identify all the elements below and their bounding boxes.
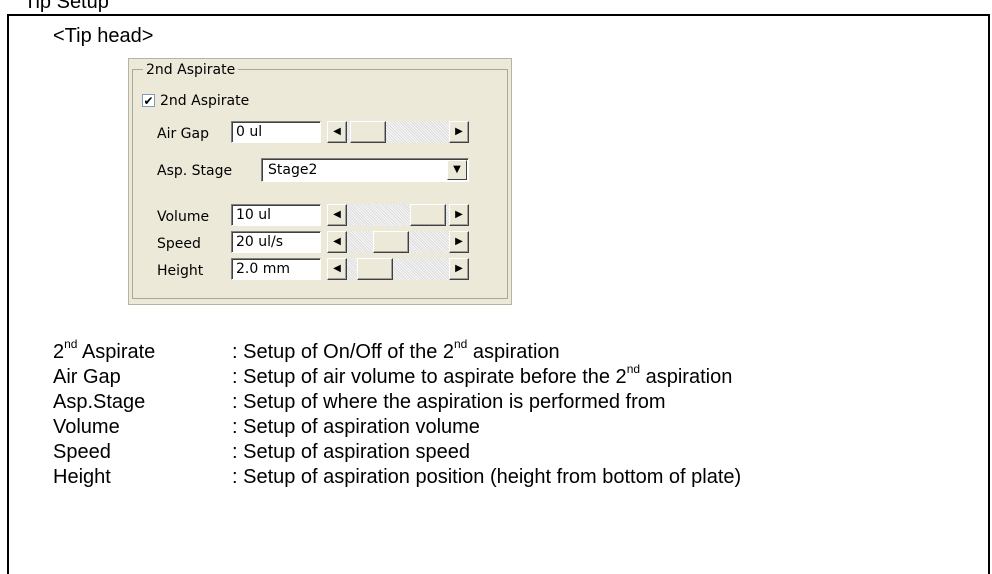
air-gap-slider-thumb[interactable] [350, 121, 386, 143]
description-definition: : Setup of air volume to aspirate before… [232, 362, 733, 389]
cropped-top-text: Tip Setup [24, 0, 109, 13]
speed-field[interactable]: 20 ul/s [231, 231, 321, 253]
arrow-right-icon: ▶ [455, 209, 463, 220]
volume-slider[interactable]: ◀ ▶ [327, 204, 469, 226]
arrow-right-icon: ▶ [455, 126, 463, 137]
arrow-left-icon: ◀ [333, 236, 341, 247]
description-term: Speed [53, 441, 111, 463]
description-term: Asp.Stage [53, 391, 146, 413]
description-definition: : Setup of aspiration volume [232, 416, 480, 438]
speed-scroll-left-button[interactable]: ◀ [327, 231, 347, 253]
asp-stage-dropdown-button[interactable]: ▼ [447, 160, 467, 180]
speed-scroll-right-button[interactable]: ▶ [449, 231, 469, 253]
speed-slider-thumb[interactable] [373, 231, 409, 253]
asp-stage-label: Asp. Stage [157, 163, 233, 179]
height-slider-thumb[interactable] [357, 258, 393, 280]
second-aspirate-panel: 2nd Aspirate ✔ 2nd Aspirate Air Gap 0 ul… [128, 58, 512, 305]
chevron-down-icon: ▼ [453, 164, 461, 175]
description-definition: : Setup of where the aspiration is perfo… [232, 391, 666, 413]
air-gap-scroll-left-button[interactable]: ◀ [327, 121, 347, 143]
air-gap-scroll-right-button[interactable]: ▶ [449, 121, 469, 143]
height-label: Height [157, 263, 204, 279]
volume-field[interactable]: 10 ul [231, 204, 321, 226]
description-definition: : Setup of aspiration position (height f… [232, 466, 742, 488]
check-icon: ✔ [143, 94, 154, 108]
term-text: 2 [53, 341, 65, 363]
arrow-right-icon: ▶ [455, 236, 463, 247]
description-term: Height [53, 466, 111, 488]
height-field[interactable]: 2.0 mm [231, 258, 321, 280]
volume-label: Volume [157, 209, 210, 225]
section-heading: <Tip head> [53, 25, 154, 47]
term-text-suffix: Aspirate [77, 341, 156, 363]
description-term: Volume [53, 416, 120, 438]
description-definition: : Setup of On/Off of the 2nd aspiration [232, 337, 560, 364]
asp-stage-dropdown[interactable]: Stage2 ▼ [261, 158, 469, 182]
second-aspirate-checkbox[interactable]: ✔ [142, 94, 155, 107]
height-slider[interactable]: ◀ ▶ [327, 258, 469, 280]
term-superscript: nd [64, 337, 78, 352]
arrow-left-icon: ◀ [333, 209, 341, 220]
definition-text-suffix: aspiration [640, 366, 733, 388]
volume-scroll-right-button[interactable]: ▶ [449, 204, 469, 226]
air-gap-label: Air Gap [157, 126, 209, 142]
definition-text: : Setup of On/Off of the 2 [232, 341, 454, 363]
description-definition: : Setup of aspiration speed [232, 441, 470, 463]
description-term: Air Gap [53, 365, 121, 389]
air-gap-slider[interactable]: ◀ ▶ [327, 121, 469, 143]
height-scroll-right-button[interactable]: ▶ [449, 258, 469, 280]
second-aspirate-checkbox-label: 2nd Aspirate [160, 93, 250, 109]
height-scroll-left-button[interactable]: ◀ [327, 258, 347, 280]
description-term: 2nd Aspirate [53, 337, 156, 364]
arrow-left-icon: ◀ [333, 126, 341, 137]
volume-scroll-left-button[interactable]: ◀ [327, 204, 347, 226]
groupbox-title: 2nd Aspirate [143, 62, 239, 78]
volume-slider-thumb[interactable] [410, 204, 446, 226]
term-text: Air Gap [53, 366, 121, 388]
definition-text: : Setup of air volume to aspirate before… [232, 366, 627, 388]
definition-text-suffix: aspiration [467, 341, 560, 363]
definition-superscript: nd [626, 362, 641, 377]
arrow-right-icon: ▶ [455, 263, 463, 274]
air-gap-field[interactable]: 0 ul [231, 121, 321, 143]
speed-slider[interactable]: ◀ ▶ [327, 231, 469, 253]
speed-label: Speed [157, 236, 201, 252]
definition-superscript: nd [454, 337, 468, 352]
arrow-left-icon: ◀ [333, 263, 341, 274]
asp-stage-selected-value: Stage2 [268, 162, 318, 178]
